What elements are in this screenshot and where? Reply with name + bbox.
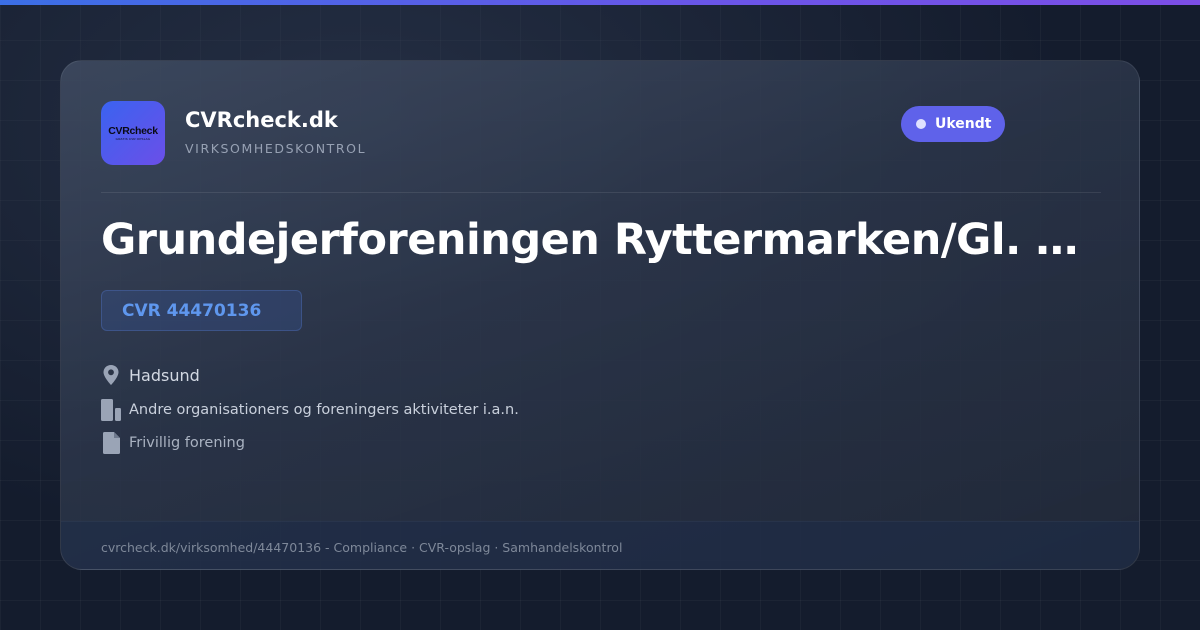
brand-name: CVRcheck.dk (185, 108, 338, 132)
brand-logo: CVRcheck GRATIS CVR OPSLAG (101, 101, 165, 165)
cvr-chip: CVR 44470136 (101, 290, 302, 331)
document-icon (101, 432, 121, 454)
header-divider (101, 192, 1101, 193)
top-accent-bar (0, 0, 1200, 5)
status-dot-icon (916, 119, 926, 129)
city-text: Hadsund (129, 365, 200, 385)
brand-tagline: VIRKSOMHEDSKONTROL (185, 141, 367, 156)
info-row-industry: Andre organisationers og foreningers akt… (101, 399, 519, 421)
info-row-city: Hadsund (101, 364, 200, 386)
status-label: Ukendt (935, 116, 992, 132)
location-pin-icon (101, 364, 121, 386)
company-card: CVRcheck GRATIS CVR OPSLAG CVRcheck.dk V… (60, 60, 1140, 570)
company-name: Grundejerforeningen Ryttermarken/Gl. L..… (101, 215, 1101, 265)
industry-text: Andre organisationers og foreningers akt… (129, 402, 519, 418)
card-footer: cvrcheck.dk/virksomhed/44470136 - Compli… (61, 521, 1139, 569)
footer-text: cvrcheck.dk/virksomhed/44470136 - Compli… (101, 540, 623, 555)
info-row-legal-form: Frivillig forening (101, 432, 245, 454)
logo-text: CVRcheck (108, 124, 158, 137)
logo-mark: CVRcheck GRATIS CVR OPSLAG (107, 122, 159, 144)
status-badge: Ukendt (901, 106, 1005, 142)
logo-subtext: GRATIS CVR OPSLAG (115, 136, 151, 141)
building-icon (101, 399, 121, 421)
cvr-number: CVR 44470136 (122, 300, 262, 321)
legal-form-text: Frivillig forening (129, 435, 245, 451)
